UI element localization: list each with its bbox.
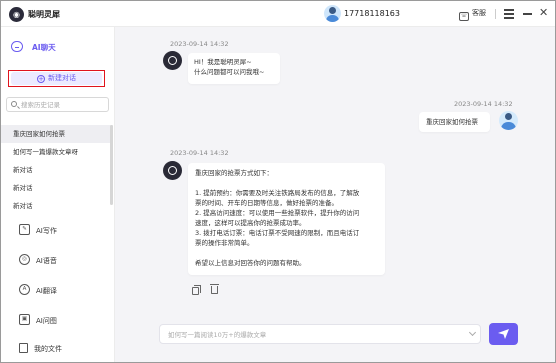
brand-name: 聪明灵犀: [28, 10, 60, 19]
message-text: 重庆回家如何抢票: [426, 118, 478, 126]
history-item[interactable]: 新对话: [1, 179, 113, 197]
app-window: ◉ 聪明灵犀 17718118163 ☏客服 ✕ AI聊天 +新建对话 重庆回家…: [0, 0, 556, 363]
nav-label: AI写作: [36, 227, 57, 235]
customer-service-button[interactable]: ☏ 客服: [459, 8, 486, 21]
user-avatar[interactable]: [324, 5, 341, 22]
message-line: 速度，这样可以提高你的抢票成功率。: [195, 219, 306, 227]
nav-label: AI语音: [36, 257, 57, 265]
nav-ai-voice[interactable]: ◎ AI语音: [1, 247, 113, 277]
message-time: 2023-09-14 14:32: [454, 100, 513, 108]
image-icon: ▣: [19, 314, 30, 325]
translate-icon: A: [19, 284, 30, 295]
bot-avatar: [163, 51, 182, 70]
menu-icon[interactable]: [504, 9, 514, 19]
history-list: 重庆回家如何抢票 如何写一篇爆款文章呀 新对话 新对话 新对话: [1, 125, 113, 215]
close-icon[interactable]: ✕: [539, 6, 548, 20]
message-line: 希望以上信息对回答你的问题有帮助。: [195, 259, 306, 267]
message-line: 票的操作非常简单。: [195, 239, 254, 247]
message-line: 1. 提前预约：你需要及时关注铁路局发布的信息，了解放: [195, 189, 360, 197]
nav-label: AI翻译: [36, 287, 57, 295]
minimize-icon[interactable]: [523, 13, 532, 15]
message-input[interactable]: [168, 329, 458, 340]
bot-avatar: [163, 161, 182, 180]
message-line: [195, 178, 378, 188]
history-item[interactable]: 新对话: [1, 197, 113, 215]
history-item[interactable]: 重庆回家如何抢票: [1, 125, 113, 143]
message-line: 2. 提高访问速度：可以使用一些抢票软件，提升你的访问: [195, 209, 360, 217]
history-search-input[interactable]: [21, 100, 107, 110]
delete-icon[interactable]: [210, 284, 219, 294]
user-message: 重庆回家如何抢票: [419, 112, 490, 132]
bot-message: HI！我是聪明灵犀~ 什么问题都可以问我哦~: [188, 53, 280, 84]
message-line: [195, 248, 378, 258]
files-label: 我的文件: [34, 345, 62, 353]
nav-label: AI问图: [36, 317, 57, 325]
brand-logo-icon: ◉: [9, 7, 24, 22]
chat-area: 2023-09-14 14:32 HI！我是聪明灵犀~ 什么问题都可以问我哦~ …: [115, 27, 555, 362]
history-search[interactable]: [6, 97, 109, 112]
chevron-down-icon[interactable]: [468, 328, 477, 337]
user-phone: 17718118163: [344, 9, 400, 18]
headset-icon: ☏: [459, 12, 469, 21]
message-time: 2023-09-14 14:32: [170, 149, 229, 157]
user-avatar-chat: [499, 111, 518, 130]
nav-ai-image[interactable]: ▣ AI问图: [1, 307, 113, 337]
history-scrollbar[interactable]: [110, 125, 113, 205]
chat-bubble-icon: [11, 41, 23, 52]
message-line: 重庆回家的抢票方式如下：: [195, 169, 273, 177]
message-time: 2023-09-14 14:32: [170, 40, 229, 48]
message-composer: [159, 324, 481, 344]
my-files[interactable]: 我的文件: [1, 341, 113, 357]
message-line: 票的时间、开车的日期等信息，做好抢票的准备。: [195, 199, 338, 207]
folder-icon: [19, 343, 28, 353]
divider: [495, 9, 496, 19]
top-bar: ◉ 聪明灵犀 17718118163 ☏ 客服 ✕: [1, 1, 555, 27]
message-line: 什么问题都可以问我哦~: [194, 68, 265, 76]
bot-message: 重庆回家的抢票方式如下： 1. 提前预约：你需要及时关注铁路局发布的信息，了解放…: [188, 163, 385, 275]
write-icon: ✎: [19, 224, 30, 235]
tool-nav: ✎ AI写作 ◎ AI语音 A AI翻译 ▣ AI问图: [1, 217, 113, 337]
plus-icon: +: [37, 75, 45, 83]
sidebar: AI聊天 +新建对话 重庆回家如何抢票 如何写一篇爆款文章呀 新对话 新对话 新…: [1, 27, 115, 362]
message-line: HI！我是聪明灵犀~: [194, 58, 252, 66]
nav-ai-write[interactable]: ✎ AI写作: [1, 217, 113, 247]
new-chat-button[interactable]: + 新建对话: [11, 72, 102, 85]
new-chat-label: 新建对话: [48, 74, 76, 82]
message-line: 3. 拨打电话订票：电话订票不受网速的限制，而且电话订: [195, 229, 360, 237]
ai-chat-label: AI聊天: [32, 43, 56, 52]
service-label: 客服: [472, 9, 486, 17]
copy-icon[interactable]: [192, 285, 201, 295]
search-icon: [11, 101, 17, 107]
nav-ai-translate[interactable]: A AI翻译: [1, 277, 113, 307]
send-icon: [498, 329, 509, 339]
send-button[interactable]: [489, 323, 518, 345]
voice-icon: ◎: [19, 254, 30, 265]
history-item[interactable]: 如何写一篇爆款文章呀: [1, 143, 113, 161]
history-item[interactable]: 新对话: [1, 161, 113, 179]
